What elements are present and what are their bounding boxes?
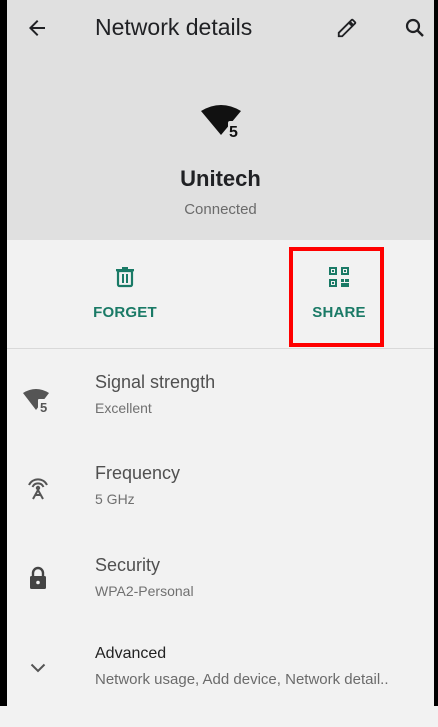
search-button[interactable] — [395, 8, 435, 48]
detail-title: Frequency — [95, 463, 181, 483]
page-title: Network details — [95, 14, 253, 40]
back-arrow-icon — [29, 20, 45, 36]
share-label: SHARE — [312, 304, 366, 321]
lock-icon — [21, 561, 55, 595]
detail-title: Security — [95, 555, 161, 575]
network-name: Unitech — [180, 166, 261, 191]
qr-code-icon — [329, 267, 349, 287]
back-button[interactable] — [17, 8, 57, 48]
detail-title: Signal strength — [95, 372, 216, 392]
search-icon — [405, 18, 424, 37]
connection-status: Connected — [184, 201, 257, 218]
action-bar: FORGET SHARE — [7, 240, 434, 349]
antenna-icon — [21, 470, 55, 504]
detail-row-security: Security WPA2-Personal — [7, 545, 434, 637]
detail-row-signal: 5 Signal strength Excellent — [7, 360, 434, 452]
wifi-status-icon: 5 — [201, 105, 249, 144]
detail-row-advanced[interactable]: Advanced Network usage, Add device, Netw… — [7, 635, 434, 727]
detail-value: 5 GHz — [95, 491, 135, 507]
detail-value: Network usage, Add device, Network detai… — [95, 671, 389, 688]
detail-value: Excellent — [95, 400, 152, 416]
screen-border-left — [0, 0, 7, 706]
screen-border-right — [434, 0, 438, 706]
wifi-badge: 5 — [229, 124, 238, 139]
share-button[interactable]: SHARE — [269, 240, 409, 348]
forget-label: FORGET — [93, 304, 157, 321]
trash-icon — [116, 267, 134, 288]
detail-value: WPA2-Personal — [95, 583, 194, 599]
chevron-down-icon — [21, 651, 55, 685]
edit-pencil-icon — [337, 18, 357, 38]
signal-badge: 5 — [40, 400, 47, 413]
detail-row-frequency: Frequency 5 GHz — [7, 450, 434, 542]
forget-button[interactable]: FORGET — [55, 240, 195, 348]
detail-title: Advanced — [95, 645, 167, 662]
edit-button[interactable] — [327, 8, 367, 48]
wifi-signal-icon: 5 — [21, 384, 55, 418]
network-header: Network details 5 Unitech Connected — [7, 0, 434, 240]
top-app-bar: Network details — [7, 0, 434, 56]
